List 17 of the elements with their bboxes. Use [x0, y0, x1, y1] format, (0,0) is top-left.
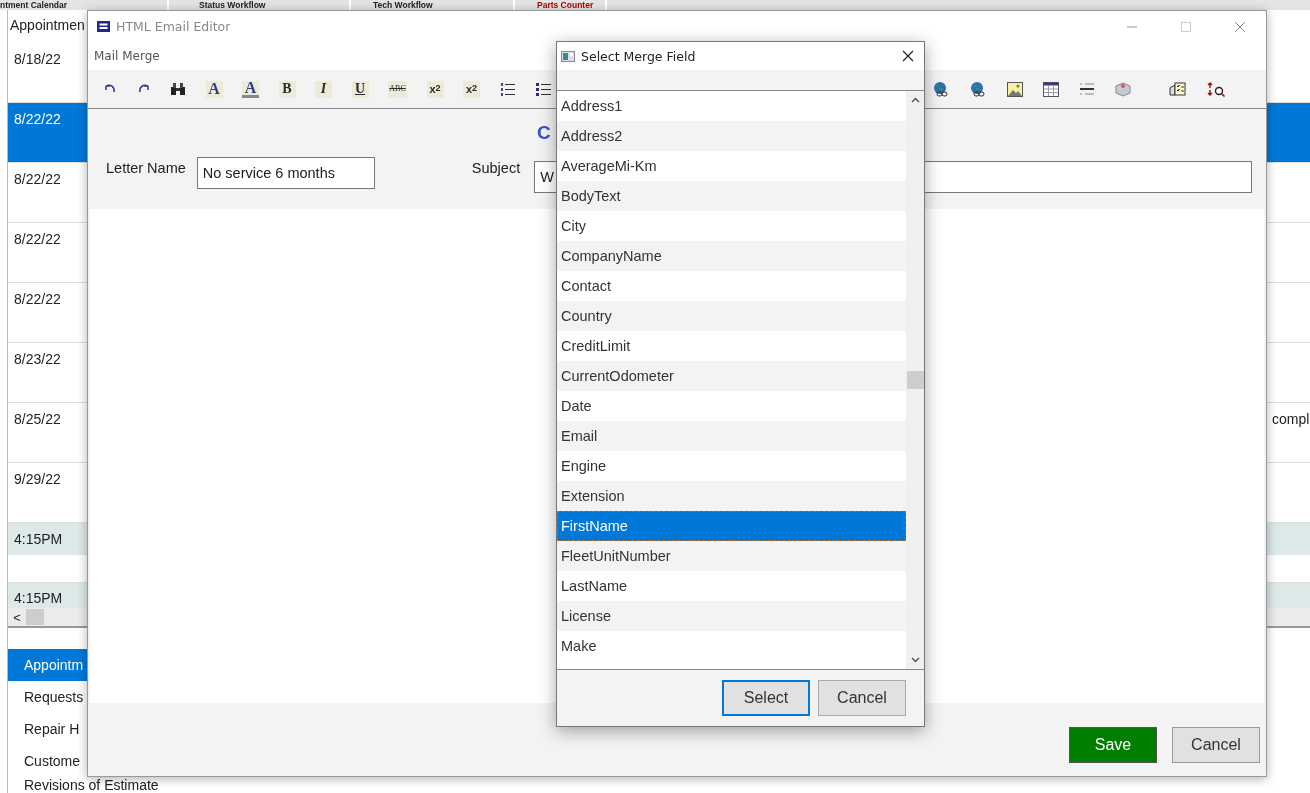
- field-label: Subject: [471, 160, 521, 176]
- column-header: Appointmen: [9, 16, 86, 35]
- date-cell: 8/22/22: [14, 171, 61, 188]
- date-cell: 8/25/22: [14, 411, 61, 428]
- date-cell: 4:15PM: [14, 590, 63, 607]
- date-cell: 8/22/22: [14, 231, 61, 248]
- window-title: HTML Email Editor: [116, 19, 231, 34]
- date-cell: 9/29/22: [14, 471, 61, 488]
- date-cell: 8/23/22: [14, 351, 61, 368]
- date-cell: 8/18/22: [14, 51, 61, 68]
- table-cell: compl: [1272, 411, 1310, 428]
- date-cell: 8/22/22: [14, 111, 61, 128]
- date-cell: 4:15PM: [14, 531, 63, 548]
- dialog-title: Select Merge Field: [581, 48, 696, 64]
- field-label: Letter Name: [106, 160, 186, 176]
- letter-heading: C: [537, 122, 551, 144]
- date-cell: 8/22/22: [14, 291, 61, 308]
